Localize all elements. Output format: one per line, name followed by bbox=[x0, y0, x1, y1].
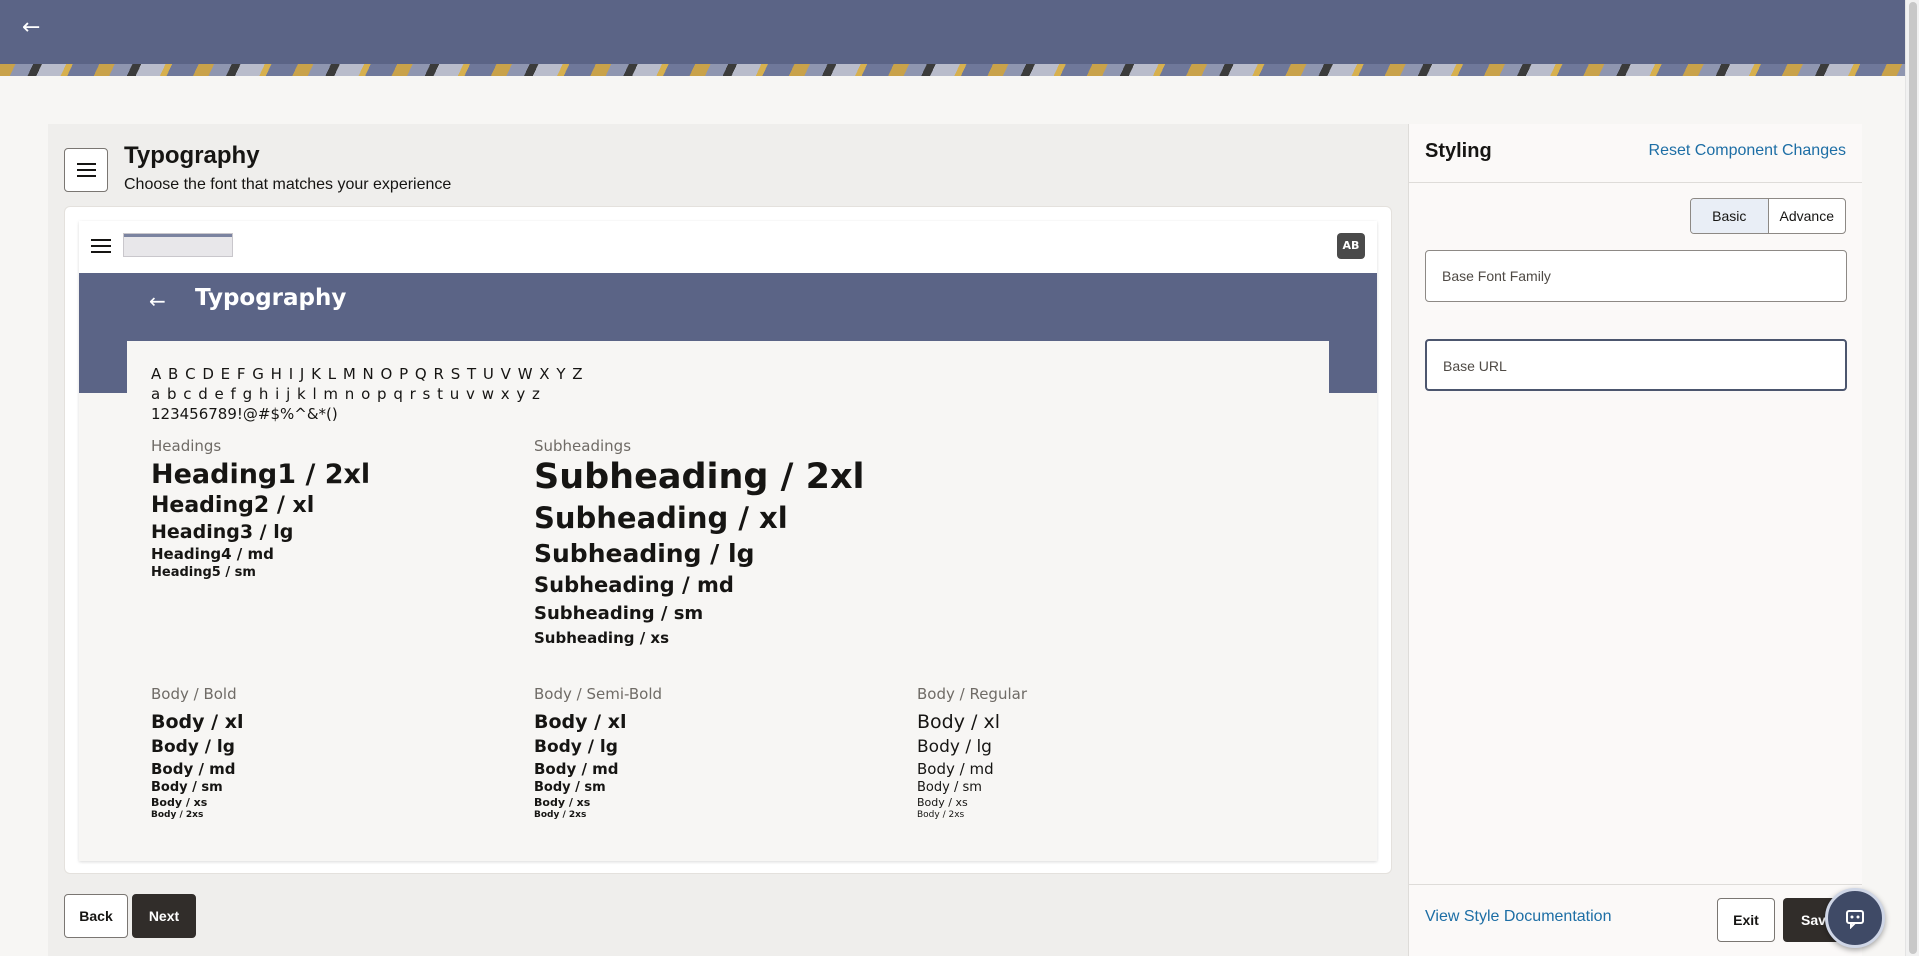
page-subtitle: Choose the font that matches your experi… bbox=[124, 176, 452, 193]
styling-title: Styling bbox=[1425, 140, 1492, 162]
body-regular-sample: Body / xs bbox=[917, 796, 968, 809]
heading-sample: Heading2 / xl bbox=[151, 493, 315, 518]
subheading-sample: Subheading / xs bbox=[534, 629, 670, 647]
body-bold-sample: Body / xl bbox=[151, 711, 244, 733]
main-panel: Typography Choose the font that matches … bbox=[48, 124, 1408, 956]
hamburger-line bbox=[77, 163, 96, 165]
subheading-sample: Subheading / xl bbox=[534, 501, 788, 535]
body-bold-sample: Body / xs bbox=[151, 796, 208, 809]
heading-sample: Heading3 / lg bbox=[151, 521, 294, 543]
heading-sample: Heading5 / sm bbox=[151, 565, 256, 580]
decorative-pattern-strip bbox=[0, 64, 1919, 76]
preview-frame: AB ← Typography A B C D E F G H I J K L … bbox=[79, 221, 1377, 861]
body-bold-sample: Body / md bbox=[151, 760, 236, 778]
view-style-documentation-link[interactable]: View Style Documentation bbox=[1425, 908, 1611, 926]
heading-sample: Heading4 / md bbox=[151, 545, 274, 563]
body-regular-sample: Body / lg bbox=[917, 737, 992, 757]
hamburger-line bbox=[91, 245, 111, 247]
body-semibold-sample: Body / sm bbox=[534, 780, 606, 795]
scrollbar-thumb[interactable] bbox=[1909, 2, 1917, 954]
divider bbox=[1409, 884, 1862, 885]
subheading-sample: Subheading / md bbox=[534, 573, 734, 597]
base-url-placeholder: Base URL bbox=[1443, 358, 1507, 374]
body-regular-sample: Body / md bbox=[917, 760, 994, 778]
preview-hamburger-icon[interactable] bbox=[91, 237, 111, 255]
preview-card: AB ← Typography A B C D E F G H I J K L … bbox=[64, 206, 1392, 874]
tab-basic[interactable]: Basic bbox=[1691, 199, 1769, 233]
subheadings-label: Subheadings bbox=[534, 437, 632, 455]
tab-advance[interactable]: Advance bbox=[1769, 199, 1846, 233]
body-bold-sample: Body / 2xs bbox=[151, 810, 204, 820]
alphabet-lowercase: a b c d e f g h i j k l m n o p q r s t … bbox=[151, 385, 541, 403]
preview-title: Typography bbox=[195, 285, 347, 311]
body-semibold-label: Body / Semi-Bold bbox=[534, 685, 663, 703]
avatar[interactable]: AB bbox=[1337, 233, 1365, 259]
body-regular-sample: Body / 2xs bbox=[917, 810, 965, 820]
hamburger-line bbox=[77, 175, 96, 177]
body-semibold-sample: Body / md bbox=[534, 760, 619, 778]
top-banner: ← bbox=[0, 0, 1919, 76]
hamburger-line bbox=[91, 239, 111, 241]
body-regular-label: Body / Regular bbox=[917, 685, 1027, 703]
reset-component-changes-link[interactable]: Reset Component Changes bbox=[1649, 142, 1846, 160]
subheading-sample: Subheading / sm bbox=[534, 603, 704, 624]
headings-label: Headings bbox=[151, 437, 222, 455]
preview-logo-thumbnail bbox=[123, 233, 233, 257]
body-bold-sample: Body / lg bbox=[151, 737, 235, 757]
base-url-field[interactable]: Base URL bbox=[1425, 339, 1847, 391]
mode-toggle: Basic Advance bbox=[1690, 198, 1846, 234]
body-regular-sample: Body / sm bbox=[917, 780, 982, 795]
next-button[interactable]: Next bbox=[132, 894, 196, 938]
hamburger-line bbox=[77, 169, 96, 171]
assistant-icon bbox=[1846, 910, 1864, 929]
styling-panel: Styling Reset Component Changes Basic Ad… bbox=[1408, 124, 1862, 956]
menu-button[interactable] bbox=[64, 148, 108, 192]
digits-symbols: 123456789!@#$%^&*() bbox=[151, 405, 338, 423]
page-scrollbar[interactable] bbox=[1905, 0, 1919, 956]
body-semibold-sample: Body / 2xs bbox=[534, 810, 587, 820]
alphabet-uppercase: A B C D E F G H I J K L M N O P Q R S T … bbox=[151, 365, 584, 383]
preview-header: AB bbox=[79, 221, 1377, 273]
preview-content: A B C D E F G H I J K L M N O P Q R S T … bbox=[127, 341, 1329, 861]
base-font-family-field[interactable]: Base Font Family bbox=[1425, 250, 1847, 302]
arrow-left-icon[interactable]: ← bbox=[22, 14, 46, 42]
heading-sample: Heading1 / 2xl bbox=[151, 459, 371, 490]
body-semibold-sample: Body / xs bbox=[534, 796, 591, 809]
divider bbox=[1409, 182, 1862, 183]
back-button[interactable]: Back bbox=[64, 894, 128, 938]
body-semibold-sample: Body / xl bbox=[534, 711, 627, 733]
exit-button[interactable]: Exit bbox=[1717, 898, 1775, 942]
body-bold-sample: Body / sm bbox=[151, 780, 223, 795]
body-bold-label: Body / Bold bbox=[151, 685, 237, 703]
page-title: Typography bbox=[124, 142, 260, 169]
subheading-sample: Subheading / lg bbox=[534, 539, 755, 568]
body-semibold-sample: Body / lg bbox=[534, 737, 618, 757]
base-font-family-placeholder: Base Font Family bbox=[1442, 268, 1551, 284]
body-regular-sample: Body / xl bbox=[917, 711, 1000, 733]
subheading-sample: Subheading / 2xl bbox=[534, 457, 865, 497]
preview-arrow-left-icon[interactable]: ← bbox=[149, 289, 166, 313]
assistant-fab-button[interactable] bbox=[1825, 888, 1885, 948]
hamburger-line bbox=[91, 251, 111, 253]
